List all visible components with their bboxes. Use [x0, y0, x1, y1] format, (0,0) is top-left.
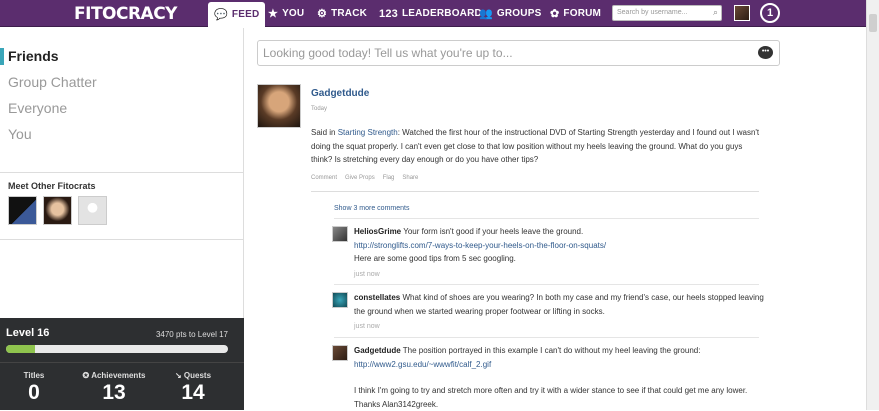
stat-value: 14: [181, 381, 205, 404]
comment: constellates What kind of shoes are you …: [354, 291, 764, 334]
comment-text: The position portrayed in this example I…: [402, 346, 701, 355]
level-title: Level 16: [6, 327, 50, 339]
nav-forum[interactable]: ✿ FORUM: [550, 0, 601, 27]
quests-icon: ↘: [174, 371, 184, 380]
level-divider: [0, 362, 244, 363]
stat-achievements[interactable]: ✪ Achievements 13: [74, 371, 154, 405]
stat-quests[interactable]: ↘ Quests 14: [164, 371, 222, 405]
stat-label: Titles: [23, 371, 45, 380]
scrollbar-thumb[interactable]: [869, 14, 877, 32]
post-divider: [311, 191, 759, 192]
comment-link[interactable]: http://www2.gsu.edu/~wwwfit/calf_2.gif: [354, 358, 764, 372]
status-placeholder: Looking good today! Tell us what you're …: [263, 46, 513, 60]
comment-extra: I think I'm going to try and stretch mor…: [354, 386, 748, 409]
nav-feed[interactable]: 💬 FEED: [208, 2, 266, 27]
said-in-prefix: Said in: [311, 128, 338, 137]
speech-bubble-icon: 💬: [214, 9, 228, 21]
sidebar-divider: [0, 172, 244, 173]
comment: HeliosGrime Your form isn't good if your…: [354, 225, 764, 281]
nav-leaderboard-label: LEADERBOARD: [401, 8, 482, 19]
comment-avatar[interactable]: [332, 292, 348, 308]
give-props-button[interactable]: Give Props: [345, 175, 375, 181]
fitocrat-avatar-2[interactable]: [43, 196, 72, 225]
fitocracy-logo[interactable]: FITOCRACY: [74, 4, 178, 24]
comment-author[interactable]: constellates: [354, 293, 400, 302]
page-scrollbar[interactable]: [866, 0, 879, 410]
nav-forum-label: FORUM: [563, 8, 602, 19]
comment-author[interactable]: Gadgetdude: [354, 346, 401, 355]
comment: Gadgetdude The position portrayed in thi…: [354, 344, 764, 411]
comment-link[interactable]: http://stronglifts.com/7-ways-to-keep-yo…: [354, 239, 764, 253]
nav-leaderboard[interactable]: 123 LEADERBOARD: [379, 0, 482, 27]
stat-value: 13: [102, 381, 126, 404]
stat-label-row: ↘ Quests: [164, 371, 222, 380]
comment-time: just now: [354, 323, 380, 330]
nav-track[interactable]: ⚙ TRACK: [317, 0, 367, 27]
fitocrat-avatar-3[interactable]: [78, 196, 107, 225]
nav-feed-label: FEED: [231, 9, 260, 20]
speech-bubble-icon[interactable]: •••: [758, 46, 773, 59]
user-avatar[interactable]: [734, 5, 750, 21]
filter-friends[interactable]: Friends: [8, 48, 59, 64]
comment-avatar[interactable]: [332, 226, 348, 242]
nav-groups[interactable]: 👥 GROUPS: [479, 0, 541, 27]
comment-time: just now: [354, 270, 380, 278]
post-text: Said in Starting Strength: Watched the f…: [311, 126, 761, 167]
stat-label-row: ✪ Achievements: [74, 371, 154, 380]
star-icon: ★: [268, 8, 279, 20]
meet-fitocrats-title: Meet Other Fitocrats: [8, 181, 96, 191]
track-icon: ⚙: [317, 8, 328, 20]
post-actions: Comment Give Props Flag Share: [311, 175, 418, 181]
comment-button[interactable]: Comment: [311, 175, 337, 181]
nav-track-label: TRACK: [331, 8, 368, 19]
stat-label: Achievements: [91, 371, 146, 380]
sidebar: Friends Group Chatter Everyone You Meet …: [0, 28, 244, 410]
stat-value: 0: [28, 381, 40, 404]
share-button[interactable]: Share: [402, 175, 418, 181]
group-link[interactable]: Starting Strength: [338, 128, 398, 137]
search-placeholder: Search by username...: [617, 9, 688, 16]
comment-avatar[interactable]: [332, 345, 348, 361]
sidebar-divider: [0, 239, 244, 240]
comment-extra: Here are some good tips from 5 sec googl…: [354, 254, 516, 263]
stat-label: Quests: [183, 371, 212, 380]
level-panel: Level 16 3470 pts to Level 17 Titles 0 ✪…: [0, 318, 244, 410]
leaderboard-icon: 123: [379, 7, 398, 20]
post-author[interactable]: Gadgetdude: [311, 88, 369, 99]
search-input[interactable]: Search by username... ⌕: [612, 5, 722, 21]
level-progress-bar: [6, 345, 228, 353]
filter-group-chatter[interactable]: Group Chatter: [8, 74, 97, 90]
post-author-avatar[interactable]: [257, 84, 301, 128]
forum-icon: ✿: [550, 8, 560, 20]
nav-you[interactable]: ★ YOU: [268, 0, 304, 27]
flag-button[interactable]: Flag: [383, 175, 395, 181]
level-badge[interactable]: 1: [760, 3, 780, 23]
achievements-icon: ✪: [82, 371, 92, 380]
status-input[interactable]: Looking good today! Tell us what you're …: [257, 40, 780, 66]
fitocrat-avatar-1[interactable]: [8, 196, 37, 225]
comment-author[interactable]: HeliosGrime: [354, 227, 401, 236]
comment-divider: [334, 337, 759, 338]
groups-icon: 👥: [479, 8, 493, 20]
filter-you[interactable]: You: [8, 126, 32, 142]
nav-you-label: YOU: [282, 8, 305, 19]
nav-groups-label: GROUPS: [496, 8, 542, 19]
filter-everyone[interactable]: Everyone: [8, 100, 67, 116]
comment-text: Your form isn't good if your heels leave…: [403, 227, 584, 236]
search-icon[interactable]: ⌕: [713, 7, 718, 18]
level-progress-fill: [6, 345, 35, 353]
post-date: Today: [311, 106, 328, 112]
comment-divider: [334, 218, 759, 219]
show-more-comments-link[interactable]: Show 3 more comments: [334, 205, 409, 212]
comment-divider: [334, 284, 759, 285]
points-to-next-level: 3470 pts to Level 17: [155, 330, 228, 339]
stat-titles[interactable]: Titles 0: [8, 371, 60, 405]
comment-text: What kind of shoes are you wearing? In b…: [354, 293, 764, 316]
active-filter-marker: [0, 48, 4, 65]
top-nav-bar: FITOCRACY 💬 FEED ★ YOU ⚙ TRACK 123 LEADE…: [0, 0, 866, 27]
